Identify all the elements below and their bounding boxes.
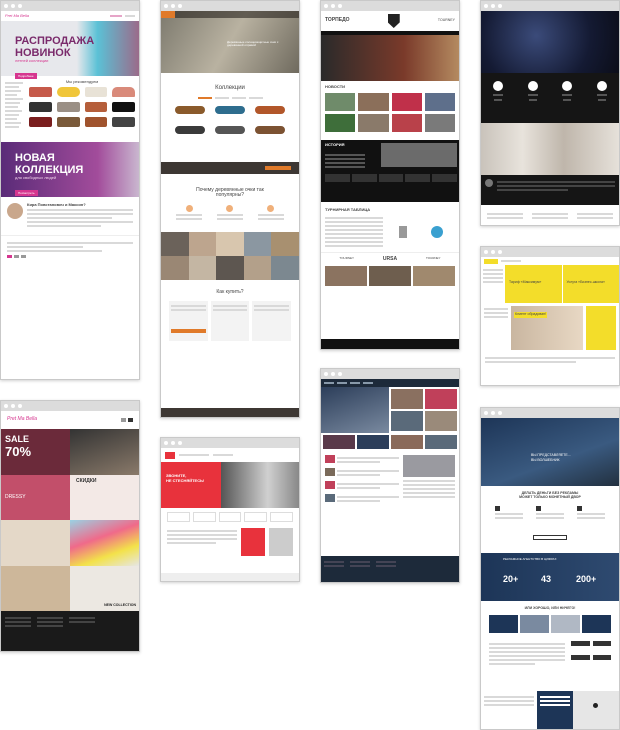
hero-button[interactable]: Подробнее <box>15 72 37 79</box>
glasses-item[interactable] <box>215 125 245 134</box>
stat-number: 43 <box>541 573 552 584</box>
hero-title: РАСПРОДАЖА <box>15 35 95 47</box>
about-title: Кира Повстанович и Максин? <box>27 202 86 207</box>
crest-icon <box>387 14 400 28</box>
glasses-grid <box>161 105 299 134</box>
product-thumb[interactable] <box>29 87 52 98</box>
product-thumb[interactable] <box>56 87 80 98</box>
logo-icon[interactable] <box>484 258 498 264</box>
photo-grid <box>161 231 299 280</box>
window-titlebar <box>1 401 139 411</box>
hero-subtitle: летней коллекции <box>15 58 49 64</box>
map-pin-icon <box>593 703 598 708</box>
feature-icon <box>596 81 607 91</box>
promo-button[interactable]: Посмотреть <box>15 189 38 196</box>
avatar <box>7 203 23 219</box>
product-thumb[interactable] <box>29 102 52 113</box>
logo[interactable]: Pret Ma Bella <box>7 417 37 423</box>
product-thumb[interactable] <box>29 117 52 128</box>
collections-title: Коллекции <box>215 85 245 91</box>
feature-icon <box>495 505 501 511</box>
screenshot-window-ad-agency: ВЫ ПРЕДСТАВЛЯЕТЕ... ВЫ ВОЛШЕБНИК ДЕЛАТЬ … <box>480 407 620 730</box>
feature-icon <box>535 505 541 511</box>
screenshot-window-telecom: ЗВОНИТЕ, НЕ СТЕСНЯЙТЕСЬ! <box>160 437 300 582</box>
glasses-item[interactable] <box>175 125 205 134</box>
main-story[interactable] <box>321 387 389 433</box>
feature-icon <box>562 81 573 91</box>
window-titlebar <box>481 1 619 11</box>
cta-button[interactable] <box>533 534 567 540</box>
ball-icon <box>431 225 443 238</box>
card-title[interactable]: Услуга «Бизнес-школа» <box>567 280 605 285</box>
glasses-item[interactable] <box>255 125 285 134</box>
logo-icon[interactable] <box>165 451 175 459</box>
product-thumb[interactable] <box>112 87 135 98</box>
glasses-item[interactable] <box>255 105 285 114</box>
hero-title-2: ВЫ ВОЛШЕБНИК <box>531 458 560 462</box>
hero-banner: РАСПРОДАЖА НОВИНОК летней коллекции Подр… <box>1 21 139 79</box>
window-titlebar <box>481 408 619 418</box>
feature-icon <box>493 81 504 91</box>
hero-banner <box>481 11 619 73</box>
card-title[interactable]: Тариф «Максимум» <box>509 280 541 285</box>
history-title: ИСТОРИЯ <box>325 142 345 148</box>
hero-banner: Деревянные солнцезащитные очки с деревян… <box>161 11 299 73</box>
lookbook-grid: SALE 70% DRESSY СКИДКИ NEW COLLECTION <box>1 429 139 611</box>
feature-icon <box>576 505 582 511</box>
brand-logo: URSA <box>382 255 398 262</box>
sale-percent: 70% <box>5 444 32 459</box>
window-titlebar <box>321 1 459 11</box>
product-grid <box>29 87 135 128</box>
window-titlebar <box>161 438 299 448</box>
promo-word: DRESSY <box>5 493 26 500</box>
numbers-title: РЕКЛАМНОЕ АГЕНТСТВО В ЦИФРАХ <box>503 556 557 561</box>
hero-title-2: НЕ СТЕСНЯЙТЕСЬ! <box>166 478 205 483</box>
window-titlebar <box>161 1 299 11</box>
screenshot-window-news-portal <box>320 368 460 583</box>
glasses-item[interactable] <box>215 105 245 114</box>
avatar <box>485 179 493 187</box>
tournament-title: ТУРНИРНАЯ ТАБЛИЦА <box>325 207 371 213</box>
screenshot-window-yellow-telecom: Тариф «Максимум» Услуга «Бизнес-школа» К… <box>480 246 620 386</box>
new-collection-label: NEW COLLECTION <box>104 603 136 608</box>
screenshot-window-fashion-shop: Pret Ma Bella РАСПРОДАЖА НОВИНОК летней … <box>0 0 140 380</box>
promo-title: НОВАЯ <box>15 152 55 164</box>
hero-banner <box>321 35 459 81</box>
feature-icon <box>527 81 538 91</box>
order-strip <box>161 161 299 174</box>
promo-banner: НОВАЯ КОЛЛЕКЦИЯ для свободных людей Посм… <box>1 142 139 197</box>
glasses-item[interactable] <box>175 105 205 114</box>
product-thumb[interactable] <box>112 102 135 113</box>
window-titlebar <box>1 1 139 11</box>
trophy-icon <box>399 225 407 238</box>
club-logo[interactable]: ТОРПЕДО <box>325 18 350 24</box>
discount-label: СКИДКИ <box>76 477 97 484</box>
news-grid <box>321 93 459 133</box>
people-photo <box>481 123 619 175</box>
product-thumb[interactable] <box>84 117 108 128</box>
card-title[interactable]: Клиент обрадован! <box>514 312 547 318</box>
hero-banner: ВЫ ПРЕДСТАВЛЯЕТЕ... ВЫ ВОЛШЕБНИК <box>481 418 619 486</box>
partner-logo: TOURNEY <box>437 18 455 23</box>
stat-number: 200+ <box>576 573 597 584</box>
why-title: Почему деревянные очки так популярны? <box>196 186 264 199</box>
promo-subtitle: для свободных людей <box>15 175 57 181</box>
hero-banner: ЗВОНИТЕ, НЕ СТЕСНЯЙТЕСЬ! <box>161 462 221 508</box>
product-thumb[interactable] <box>112 117 135 128</box>
logo[interactable]: Pret Ma Bella <box>5 13 29 18</box>
product-thumb[interactable] <box>56 102 80 113</box>
screenshot-window-fashion-sale: Pret Ma Bella SALE 70% DRESSY СКИДКИ NEW… <box>0 400 140 652</box>
window-titlebar <box>481 247 619 257</box>
news-title: НОВОСТИ <box>325 84 346 89</box>
screenshot-window-dark-landing <box>480 0 620 226</box>
hero-text: Деревянные солнцезащитные очки с деревян… <box>227 40 279 48</box>
stat-number: 20+ <box>503 573 519 584</box>
product-thumb[interactable] <box>84 87 108 98</box>
screenshot-window-sports-club: ТОРПЕДО TOURNEY НОВОСТИ ИСТОРИЯ ТУРНИРНА… <box>320 0 460 350</box>
product-thumb[interactable] <box>84 102 108 113</box>
screenshot-window-wooden-glasses: Деревянные солнцезащитные очки с деревян… <box>160 0 300 418</box>
window-titlebar <box>321 369 459 379</box>
product-thumb[interactable] <box>56 117 80 128</box>
